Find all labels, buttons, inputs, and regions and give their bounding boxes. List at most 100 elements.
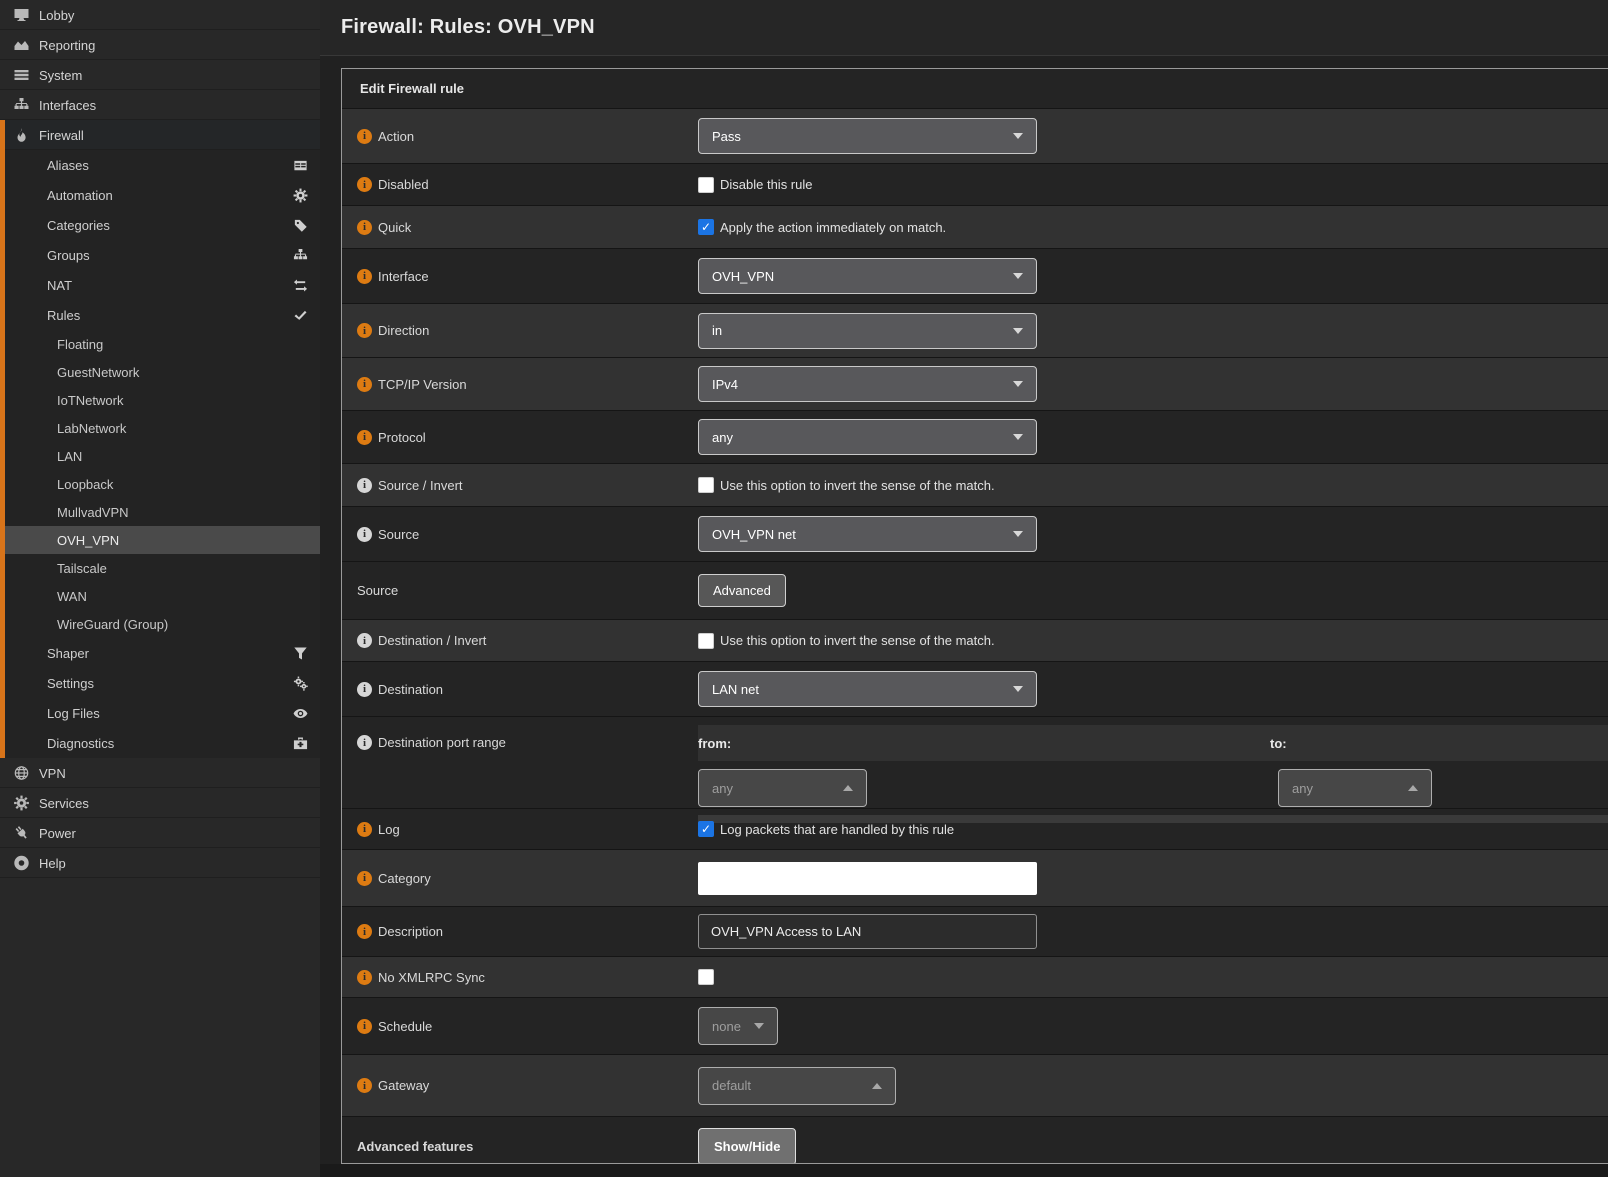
- rule-label: OVH_VPN: [57, 533, 119, 548]
- sidebar-item-label: Diagnostics: [47, 736, 114, 751]
- log-checkbox[interactable]: ✓: [698, 821, 714, 837]
- sidebar-item-groups[interactable]: Groups: [0, 240, 320, 270]
- info-icon[interactable]: i: [357, 822, 372, 837]
- source-invert-checkbox[interactable]: [698, 477, 714, 493]
- form-row-destination-port-range: i Destination port range from: to: any a…: [342, 717, 1608, 809]
- info-icon[interactable]: i: [357, 430, 372, 445]
- sidebar-item-label: NAT: [47, 278, 72, 293]
- info-icon[interactable]: i: [357, 970, 372, 985]
- form-row-source: i Source OVH_VPN net: [342, 507, 1608, 562]
- sidebar-item-help[interactable]: Help: [0, 848, 320, 878]
- sidebar-item-log-files[interactable]: Log Files: [0, 698, 320, 728]
- chevron-down-icon: [1013, 531, 1023, 537]
- sidebar-item-rules-guestnetwork[interactable]: GuestNetwork: [0, 358, 320, 386]
- info-icon[interactable]: i: [357, 871, 372, 886]
- description-input[interactable]: [698, 914, 1037, 949]
- form-row-disabled: i Disabled Disable this rule: [342, 164, 1608, 206]
- info-icon[interactable]: i: [357, 924, 372, 939]
- no-xmlrpc-sync-checkbox[interactable]: [698, 969, 714, 985]
- sidebar-item-label: Power: [39, 826, 76, 841]
- info-icon[interactable]: i: [357, 1019, 372, 1034]
- sidebar-item-rules-wireguard-group[interactable]: WireGuard (Group): [0, 610, 320, 638]
- field-label: i Destination / Invert: [342, 633, 698, 648]
- chevron-down-icon: [1013, 381, 1023, 387]
- sidebar-item-system[interactable]: System: [0, 60, 320, 90]
- sidebar-item-rules-lan[interactable]: LAN: [0, 442, 320, 470]
- field-label: i Disabled: [342, 177, 698, 192]
- sidebar-item-interfaces[interactable]: Interfaces: [0, 90, 320, 120]
- disabled-checkbox[interactable]: [698, 177, 714, 193]
- sidebar-item-rules-loopback[interactable]: Loopback: [0, 470, 320, 498]
- port-from-combo[interactable]: any: [698, 769, 867, 807]
- direction-select[interactable]: in: [698, 313, 1037, 349]
- sitemap-icon: [13, 97, 30, 113]
- category-input[interactable]: [698, 862, 1037, 895]
- sidebar-item-firewall[interactable]: Firewall: [0, 120, 320, 150]
- sidebar-item-rules-labnetwork[interactable]: LabNetwork: [0, 414, 320, 442]
- interface-select[interactable]: OVH_VPN: [698, 258, 1037, 294]
- sidebar-item-rules-tailscale[interactable]: Tailscale: [0, 554, 320, 582]
- info-icon[interactable]: i: [357, 220, 372, 235]
- quick-checkbox[interactable]: ✓: [698, 219, 714, 235]
- destination-select[interactable]: LAN net: [698, 671, 1037, 707]
- from-label: from:: [698, 736, 1270, 751]
- info-icon[interactable]: i: [357, 682, 372, 697]
- sidebar-item-rules-iotnetwork[interactable]: IoTNetwork: [0, 386, 320, 414]
- info-icon[interactable]: i: [357, 177, 372, 192]
- gateway-select[interactable]: default: [698, 1067, 896, 1105]
- sidebar-item-vpn[interactable]: VPN: [0, 758, 320, 788]
- field-label: i Destination port range: [342, 717, 698, 750]
- sidebar-item-rules-mullvadvpn[interactable]: MullvadVPN: [0, 498, 320, 526]
- exchange-icon: [293, 278, 308, 293]
- sidebar-item-rules-wan[interactable]: WAN: [0, 582, 320, 610]
- field-label: i Source: [342, 527, 698, 542]
- source-select[interactable]: OVH_VPN net: [698, 516, 1037, 552]
- info-icon[interactable]: i: [357, 527, 372, 542]
- info-icon[interactable]: i: [357, 478, 372, 493]
- rule-label: GuestNetwork: [57, 365, 139, 380]
- info-icon[interactable]: i: [357, 269, 372, 284]
- sidebar-item-power[interactable]: Power: [0, 818, 320, 848]
- checkbox-label: Disable this rule: [720, 177, 813, 192]
- chevron-down-icon: [754, 1023, 764, 1029]
- show-hide-advanced-button[interactable]: Show/Hide: [698, 1128, 796, 1165]
- sidebar-item-shaper[interactable]: Shaper: [0, 638, 320, 668]
- sidebar-item-rules[interactable]: Rules: [0, 300, 320, 330]
- sidebar: Lobby Reporting System Interfaces Firewa…: [0, 0, 320, 1177]
- sidebar-item-rules-floating[interactable]: Floating: [0, 330, 320, 358]
- filter-icon: [293, 646, 308, 661]
- form-row-destination: i Destination LAN net: [342, 662, 1608, 717]
- port-to-combo[interactable]: any: [1278, 769, 1432, 807]
- field-label: i Action: [342, 129, 698, 144]
- info-icon[interactable]: i: [357, 129, 372, 144]
- chevron-up-icon: [872, 1083, 882, 1089]
- destination-invert-checkbox[interactable]: [698, 633, 714, 649]
- sidebar-item-nat[interactable]: NAT: [0, 270, 320, 300]
- info-icon[interactable]: i: [357, 377, 372, 392]
- sidebar-item-categories[interactable]: Categories: [0, 210, 320, 240]
- source-advanced-button[interactable]: Advanced: [698, 574, 786, 607]
- sidebar-item-diagnostics[interactable]: Diagnostics: [0, 728, 320, 758]
- info-icon[interactable]: i: [357, 633, 372, 648]
- schedule-select[interactable]: none: [698, 1007, 778, 1045]
- action-select[interactable]: Pass: [698, 118, 1037, 154]
- sidebar-item-services[interactable]: Services: [0, 788, 320, 818]
- chevron-down-icon: [1013, 133, 1023, 139]
- tcpip-version-select[interactable]: IPv4: [698, 366, 1037, 402]
- chevron-up-icon: [1408, 785, 1418, 791]
- info-icon[interactable]: i: [357, 735, 372, 750]
- sidebar-item-label: Automation: [47, 188, 113, 203]
- form-row-protocol: i Protocol any: [342, 411, 1608, 464]
- protocol-select[interactable]: any: [698, 419, 1037, 455]
- sidebar-item-lobby[interactable]: Lobby: [0, 0, 320, 30]
- sidebar-item-reporting[interactable]: Reporting: [0, 30, 320, 60]
- sidebar-item-automation[interactable]: Automation: [0, 180, 320, 210]
- rule-label: MullvadVPN: [57, 505, 129, 520]
- gears-icon: [293, 676, 308, 691]
- chart-area-icon: [13, 37, 30, 53]
- sidebar-item-aliases[interactable]: Aliases: [0, 150, 320, 180]
- info-icon[interactable]: i: [357, 323, 372, 338]
- sidebar-item-rules-ovh-vpn[interactable]: OVH_VPN: [0, 526, 320, 554]
- info-icon[interactable]: i: [357, 1078, 372, 1093]
- sidebar-item-settings[interactable]: Settings: [0, 668, 320, 698]
